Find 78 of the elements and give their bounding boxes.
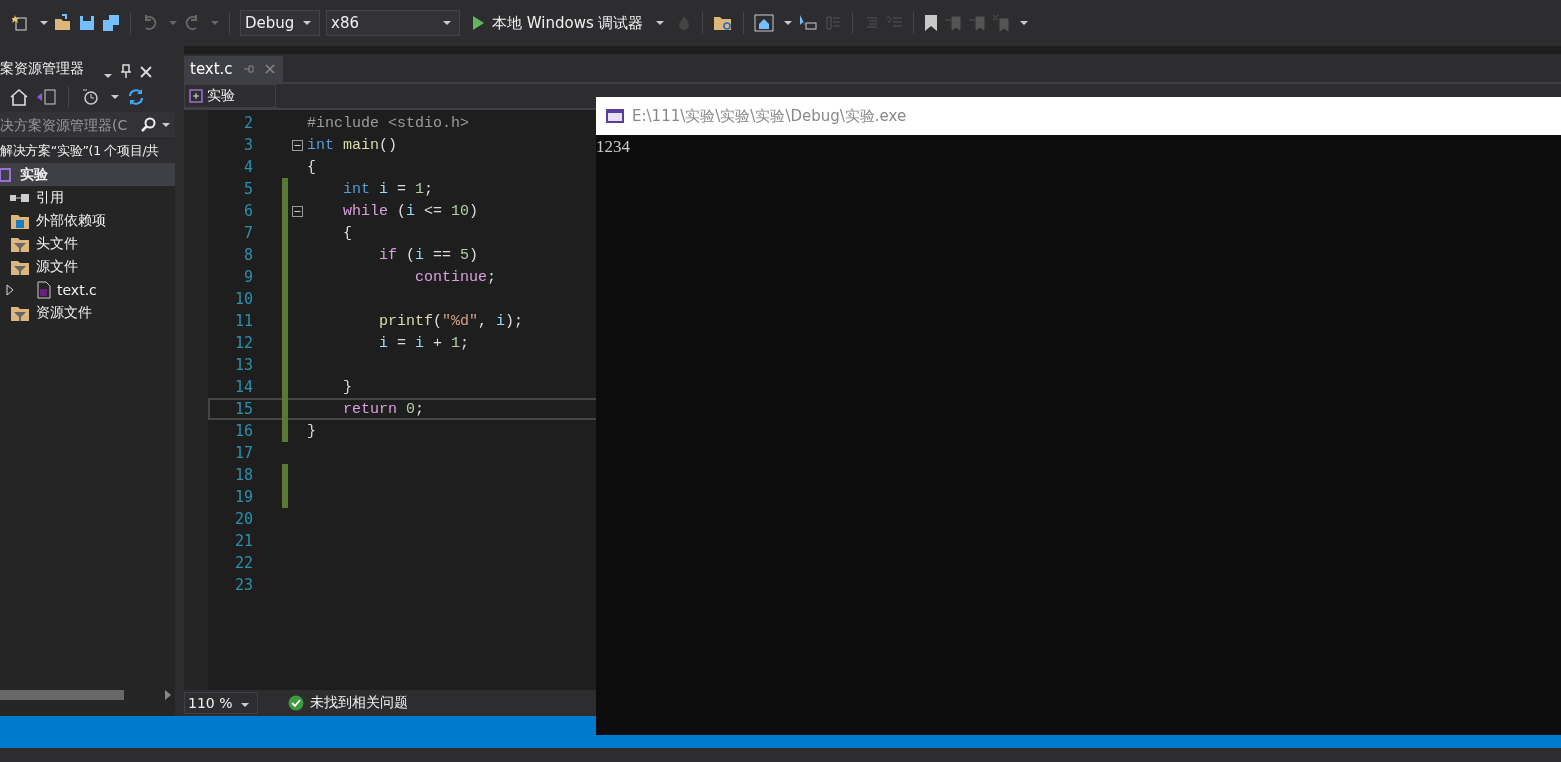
code-line: if (i == 5) <box>378 246 479 264</box>
line-number: 19 <box>233 488 253 506</box>
line-number: 12 <box>233 334 253 352</box>
code-line: int i = 1; <box>342 180 434 198</box>
home-icon[interactable] <box>10 88 28 106</box>
open-folder-icon[interactable] <box>54 14 72 32</box>
tree-item[interactable]: 头文件 <box>0 232 175 255</box>
collapse-icon[interactable] <box>292 205 303 217</box>
save-icon[interactable] <box>78 14 96 32</box>
line-number: 6 <box>242 202 253 220</box>
line-number: 4 <box>242 158 253 176</box>
tree-item[interactable]: text.c <box>0 278 175 301</box>
line-number: 20 <box>233 510 253 528</box>
code-line: { <box>307 158 316 176</box>
code-line: return 0; <box>342 400 425 418</box>
scrollbar-thumb[interactable] <box>0 690 124 700</box>
code-line: while (i <= 10) <box>342 202 479 220</box>
collapse-icon[interactable] <box>292 139 303 151</box>
play-icon <box>472 16 484 30</box>
code-line: } <box>307 422 316 440</box>
home-window-icon[interactable] <box>753 14 774 32</box>
line-number: 23 <box>233 576 253 594</box>
issues-status[interactable]: 未找到相关问题 <box>310 694 408 712</box>
solution-row[interactable]: 解决方案“实验”(1 个项目/共 <box>0 139 175 163</box>
tree-item[interactable]: 源文件 <box>0 255 175 278</box>
check-icon <box>288 695 304 711</box>
history-icon[interactable] <box>81 88 99 106</box>
line-number: 10 <box>233 290 253 308</box>
folder-search-icon[interactable] <box>712 14 733 32</box>
code-line: printf("%d", i); <box>378 312 524 330</box>
zoom-dropdown[interactable]: 110 % <box>184 692 258 714</box>
refresh-icon[interactable] <box>127 88 145 106</box>
line-number: 18 <box>233 466 253 484</box>
tree-item[interactable]: 引用 <box>0 186 175 209</box>
c-file-icon <box>37 280 51 299</box>
line-number: 15 <box>233 400 253 418</box>
line-number: 9 <box>242 268 253 286</box>
line-number: 13 <box>233 356 253 374</box>
bookmark-icon[interactable] <box>923 14 938 32</box>
search-field[interactable]: 决方案资源管理器(C <box>0 112 175 139</box>
platform-dropdown[interactable]: x86 <box>326 10 460 36</box>
line-number: 11 <box>233 312 253 330</box>
project-icon <box>189 89 203 103</box>
new-item-icon[interactable] <box>12 14 30 32</box>
tree-item[interactable]: 外部依赖项 <box>0 209 175 232</box>
expand-arrow-icon[interactable] <box>6 283 14 296</box>
line-number: 21 <box>233 532 253 550</box>
code-line: continue; <box>414 268 497 286</box>
line-number: 16 <box>233 422 253 440</box>
start-debugging-button[interactable]: 本地 Windows 调试器 <box>466 13 670 33</box>
code-line: { <box>342 224 352 242</box>
tree-item[interactable]: 资源文件 <box>0 301 175 324</box>
save-all-icon[interactable] <box>102 14 120 32</box>
window-title: E:\111\实验\实验\实验\Debug\实验.exe <box>632 106 907 126</box>
line-number: 7 <box>242 224 253 242</box>
line-number: 5 <box>242 180 253 198</box>
reference-icon <box>10 192 30 203</box>
console-icon <box>606 109 624 123</box>
line-number: 2 <box>242 114 253 132</box>
line-number: 17 <box>233 444 253 462</box>
code-line: } <box>342 378 352 396</box>
scroll-right-icon[interactable] <box>164 689 172 701</box>
vs-switch-icon[interactable] <box>36 88 56 106</box>
panel-title: 案资源管理器 <box>0 60 84 78</box>
code-line: i = i + 1; <box>378 334 470 352</box>
code-line: int main() <box>307 136 398 154</box>
configuration-dropdown[interactable]: Debug <box>240 10 320 36</box>
project-dropdown[interactable]: 实验 <box>184 84 276 108</box>
tree-item[interactable]: 实验 <box>0 163 175 186</box>
console-output: 1234 <box>596 137 630 156</box>
cursor-icon[interactable] <box>797 14 818 32</box>
line-number: 8 <box>242 246 253 264</box>
project-icon <box>0 166 14 183</box>
line-number: 22 <box>233 554 253 572</box>
search-icon[interactable] <box>140 117 156 133</box>
code-line: #include <stdio.h> <box>307 114 470 132</box>
line-number: 3 <box>242 136 253 154</box>
line-number: 14 <box>233 378 253 396</box>
